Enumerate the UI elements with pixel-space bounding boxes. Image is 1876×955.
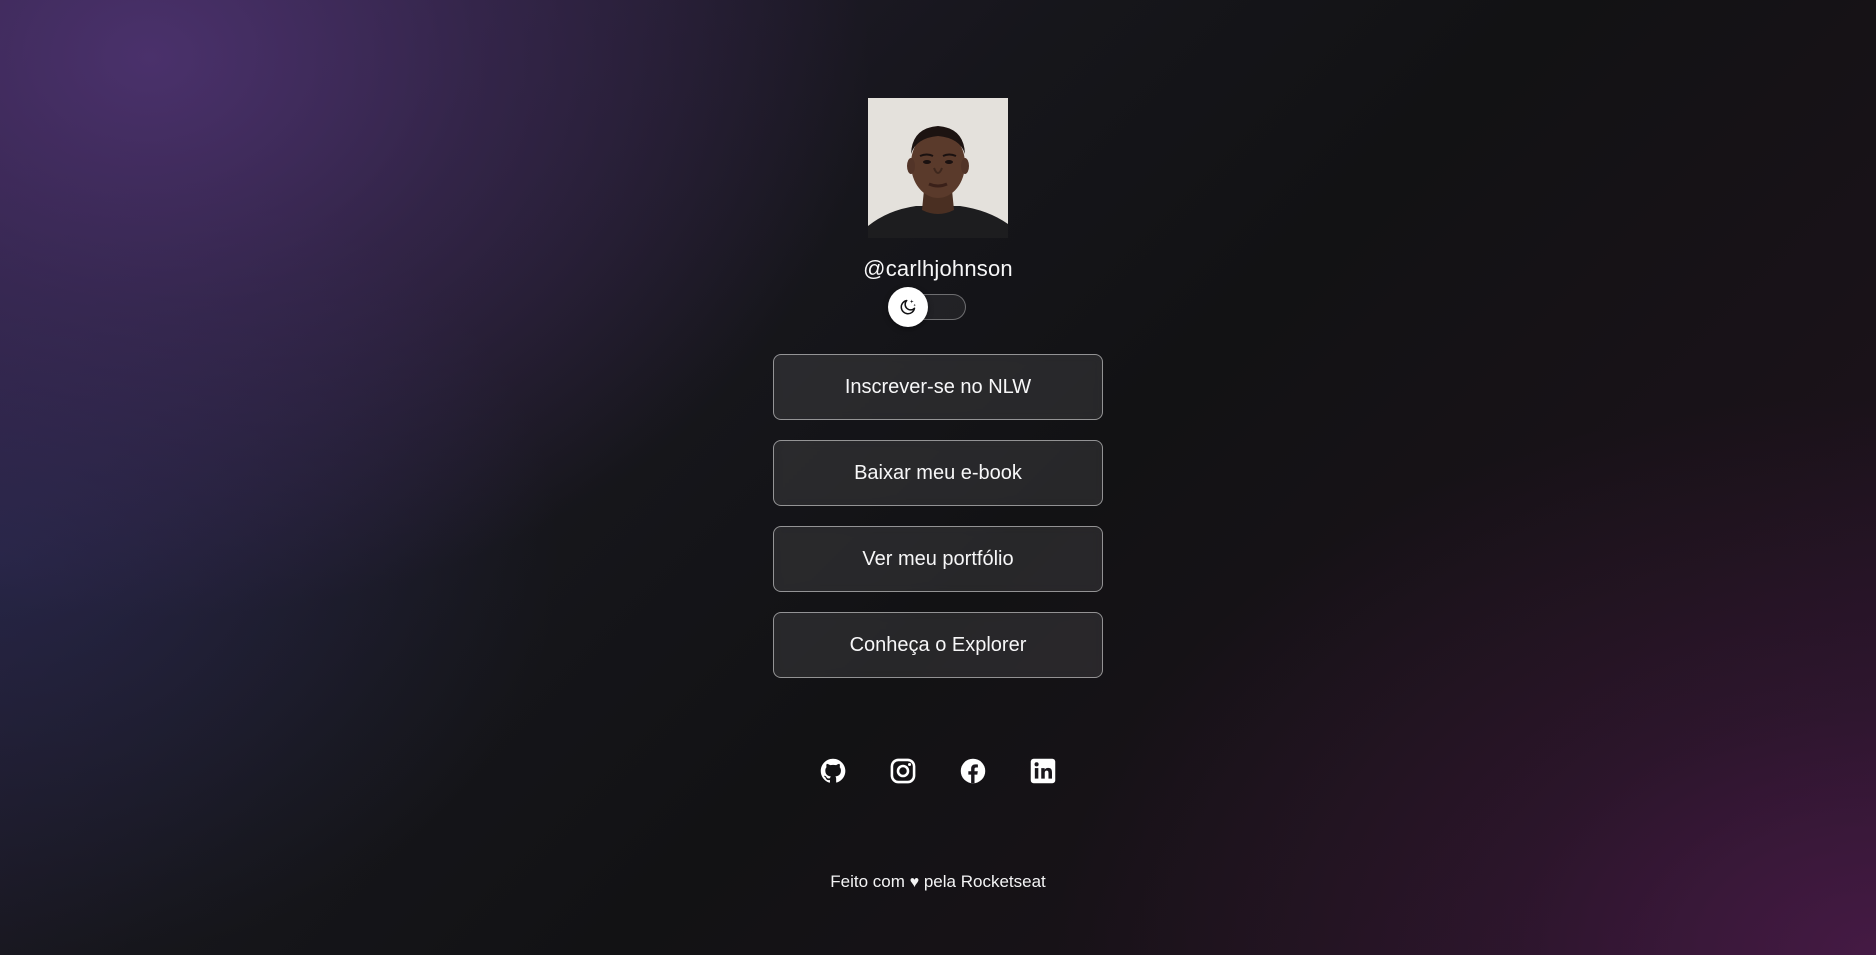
facebook-link[interactable] bbox=[958, 756, 988, 786]
profile-section: @carlhjohnson bbox=[773, 98, 1103, 327]
social-links bbox=[773, 756, 1103, 786]
links-list-item: Ver meu portfólio bbox=[773, 526, 1103, 592]
footer-credit: Feito com ♥ pela Rocketseat bbox=[773, 872, 1103, 892]
link-explorer-button[interactable]: Conheça o Explorer bbox=[773, 612, 1103, 678]
links-list: Inscrever-se no NLW Baixar meu e-book Ve… bbox=[773, 354, 1103, 678]
link-download-ebook-button[interactable]: Baixar meu e-book bbox=[773, 440, 1103, 506]
footer-suffix: pela Rocketseat bbox=[923, 872, 1046, 891]
facebook-icon bbox=[960, 758, 986, 784]
linkedin-icon bbox=[1030, 758, 1056, 784]
github-link[interactable] bbox=[818, 756, 848, 786]
linkedin-link[interactable] bbox=[1028, 756, 1058, 786]
profile-username: @carlhjohnson bbox=[863, 256, 1013, 281]
avatar-photo bbox=[868, 98, 1008, 238]
link-portfolio-button[interactable]: Ver meu portfólio bbox=[773, 526, 1103, 592]
page-container: @carlhjohnson Inscrever-se no NLW Baixar… bbox=[773, 98, 1103, 892]
link-subscribe-nlw-button[interactable]: Inscrever-se no NLW bbox=[773, 354, 1103, 420]
profile-avatar bbox=[868, 98, 1008, 238]
links-list-item: Conheça o Explorer bbox=[773, 612, 1103, 678]
theme-toggle-switch[interactable] bbox=[888, 287, 968, 327]
heart-icon: ♥ bbox=[909, 874, 920, 891]
theme-toggle-knob[interactable] bbox=[888, 287, 928, 327]
links-list-item: Baixar meu e-book bbox=[773, 440, 1103, 506]
instagram-icon bbox=[890, 758, 916, 784]
moon-stars-icon bbox=[900, 299, 916, 315]
instagram-link[interactable] bbox=[888, 756, 918, 786]
links-list-item: Inscrever-se no NLW bbox=[773, 354, 1103, 420]
footer-prefix: Feito com bbox=[830, 872, 905, 891]
github-icon bbox=[820, 758, 846, 783]
